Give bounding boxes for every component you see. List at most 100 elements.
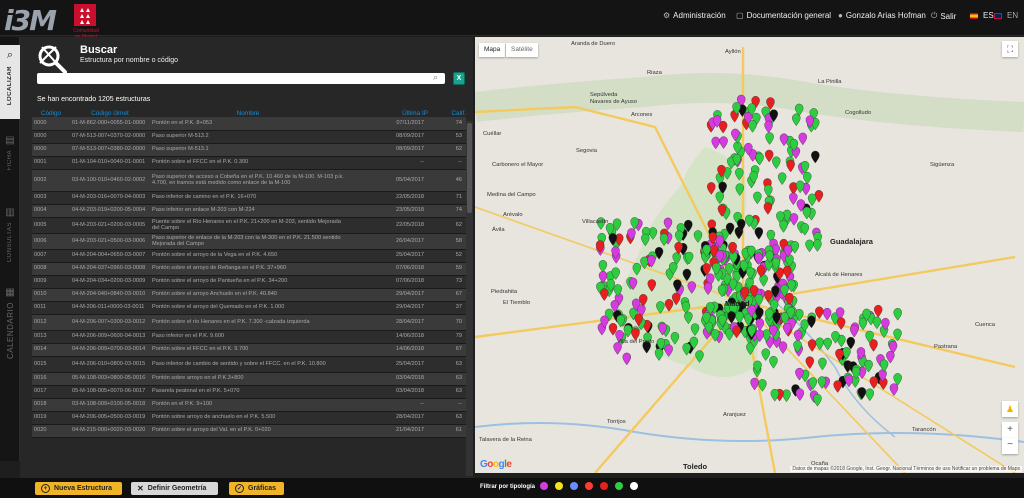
cell-codigo-i3met: 04-M-215-000+0020-03-0020	[70, 424, 150, 438]
filter-color-dot[interactable]	[555, 482, 563, 490]
table-row[interactable]: 0005 04-M-203-021+0200-03-0005 Puente sobr…	[32, 217, 466, 234]
cell-codigo: 0000	[32, 130, 70, 144]
city-label: Madrid	[725, 299, 750, 308]
export-excel-button[interactable]: X	[453, 72, 465, 85]
column-header-codigo[interactable]: Código	[32, 109, 70, 117]
table-row[interactable]: 0008 04-M-204-037+0960-03-0008 Pontón sobr…	[32, 262, 466, 276]
cell-calif: 74	[428, 204, 466, 218]
tab-localizar[interactable]: ⌕ LOCALIZAR	[0, 45, 20, 119]
cell-calif: 79	[428, 330, 466, 344]
table-row[interactable]: 0015 04-M-206-010+0800-03-0015 Paso inferi…	[32, 356, 466, 373]
cell-calif: 58	[428, 233, 466, 250]
cell-codigo-i3met: 01-M-862-000+0055-01-0000	[70, 117, 150, 131]
table-scrollbar[interactable]	[466, 121, 473, 476]
app-logo[interactable]: i3M	[4, 4, 57, 37]
docs-link[interactable]: ▢ Documentación general	[736, 11, 831, 20]
column-header-calif[interactable]: Calif.	[428, 109, 466, 117]
map-view[interactable]: Aranda de Duero Riaza La Pinilla Ayllón Sepú…	[475, 37, 1024, 473]
cell-codigo-i3met: 04-M-206-007+0300-03-0012	[70, 314, 150, 331]
column-header-nombre[interactable]: Nombre	[150, 109, 346, 117]
cell-calif: 37	[428, 301, 466, 315]
table-row[interactable]: 0011 04-M-206-011+0000-03-0011 Pontón sobr…	[32, 301, 466, 315]
lang-en-link[interactable]: EN	[994, 11, 1018, 20]
cell-calif: --	[428, 398, 466, 412]
table-row[interactable]: 0014 04-M-206-009+0700-03-0014 Pontón sobr…	[32, 343, 466, 357]
cell-codigo-i3met: 04-M-203-021+0500-03-0006	[70, 233, 150, 250]
fullscreen-icon[interactable]: ⛶	[1002, 41, 1018, 57]
cell-codigo-i3met: 04-M-203-019+0200-05-0004	[70, 204, 150, 218]
tab-ficha[interactable]: ▤ FICHA	[0, 135, 20, 185]
filter-color-dot[interactable]	[585, 482, 593, 490]
user-link[interactable]: ● Gonzalo Arias Hofman	[838, 11, 926, 20]
cell-codigo: 0006	[32, 233, 70, 250]
table-row[interactable]: 0017 05-M-108-005+0070-06-0017 Pasarela pe…	[32, 385, 466, 399]
table-row[interactable]: 0020 04-M-215-000+0020-03-0020 Pontón sobr…	[32, 424, 466, 438]
cell-codigo: 0011	[32, 301, 70, 315]
new-structure-label: Nueva Estructura	[54, 485, 112, 492]
table-row[interactable]: 0003 04-M-203-016+0070-04-0003 Paso inferi…	[32, 191, 466, 205]
table-row[interactable]: 0004 04-M-203-019+0200-05-0004 Paso inferi…	[32, 204, 466, 218]
table-row[interactable]: 0009 04-M-204-034+0200-03-0009 Pontón sobr…	[32, 275, 466, 289]
cell-ultima-ip: 29/04/2017	[346, 301, 428, 315]
column-header-codigo-i3met[interactable]: Código i3met	[70, 109, 150, 117]
pegman-icon[interactable]: ♟	[1002, 401, 1018, 417]
city-label: Alcalá de Henares	[815, 272, 863, 278]
filter-color-dot[interactable]	[600, 482, 608, 490]
define-geometry-button[interactable]: ✕ Definir Geometría	[131, 482, 218, 495]
filter-color-dot[interactable]	[630, 482, 638, 490]
filter-color-dot[interactable]	[540, 482, 548, 490]
map-type-satellite-button[interactable]: Satélite	[506, 43, 538, 57]
table-row[interactable]: 0006 04-M-203-021+0500-03-0006 Paso superi…	[32, 233, 466, 250]
map-attribution[interactable]: Datos de mapas ©2018 Google, Inst. Geogr…	[790, 466, 1022, 472]
logout-link[interactable]: ⏻ Salir	[931, 11, 956, 21]
search-subtitle: Estructura por nombre o código	[80, 57, 179, 64]
city-label: Navares de Ayuso	[590, 99, 637, 105]
column-header-ultima-ip[interactable]: Última IP	[346, 109, 428, 117]
cell-codigo-i3met: 04-M-204-004+0650-03-0007	[70, 249, 150, 263]
tab-calendario[interactable]: ▦ CALENDARIO	[0, 287, 20, 365]
cell-codigo: 0009	[32, 275, 70, 289]
table-row[interactable]: 0012 04-M-206-007+0300-03-0012 Pontón sobr…	[32, 314, 466, 331]
table-row[interactable]: 0001 01-M-104-010+0040-01-0001 Pontón sobr…	[32, 156, 466, 170]
tab-consultas[interactable]: ▥ CONSULTAS	[0, 207, 20, 275]
city-label: Talavera de la Reina	[479, 437, 532, 443]
table-row[interactable]: 0016 05-M-108-003+0800-05-0016 Pontón sobr…	[32, 372, 466, 386]
filter-color-dot[interactable]	[615, 482, 623, 490]
table-row[interactable]: 0013 04-M-206-009+0600-04-0013 Paso inferi…	[32, 330, 466, 344]
city-label: Medina del Campo	[487, 192, 536, 198]
map-canvas[interactable]	[475, 37, 1024, 473]
table-row[interactable]: 0018 03-M-108-009+0100-05-0018 Pontón en e…	[32, 398, 466, 412]
cell-codigo-i3met: 04-M-206-009+0600-04-0013	[70, 330, 150, 344]
table-row[interactable]: 0019 04-M-206-005+0500-03-0019 Pontón sobr…	[32, 411, 466, 425]
map-type-map-button[interactable]: Mapa	[479, 43, 506, 57]
search-icon[interactable]: ⌕	[433, 72, 438, 83]
city-label: Toledo	[683, 462, 708, 471]
admin-link[interactable]: ⚙ Administración	[663, 11, 726, 20]
table-row[interactable]: 0007 04-M-204-004+0650-03-0007 Pontón sobr…	[32, 249, 466, 263]
cell-codigo-i3met: 07-M-513-007+0370-02-0000	[70, 130, 150, 144]
lang-es-link[interactable]: ES	[970, 11, 994, 20]
cell-nombre: Pontón sobre el arroyo de la Vega en el …	[150, 249, 346, 263]
cell-codigo-i3met: 04-M-206-010+0800-03-0015	[70, 356, 150, 373]
charts-button[interactable]: ✓ Gráficas	[229, 482, 284, 495]
table-row[interactable]: 0000 07-M-513-007+0380-02-0000 Paso superi…	[32, 143, 466, 157]
filter-color-dot[interactable]	[570, 482, 578, 490]
zoom-out-button[interactable]: −	[1002, 438, 1018, 454]
table-row[interactable]: 0000 01-M-862-000+0055-01-0000 Pontón en e…	[32, 117, 466, 131]
search-structure-icon	[38, 45, 67, 74]
cell-nombre: Paso inferior en enlace M-203 con M-224	[150, 204, 346, 218]
geometry-icon: ✕	[137, 484, 144, 493]
comunidad-madrid-logo	[74, 4, 96, 26]
table-row[interactable]: 0002 03-M-100-010+0460-02-0002 Paso superi…	[32, 169, 466, 192]
table-row[interactable]: 0010 04-M-204-040+0840-03-0010 Pontón sobr…	[32, 288, 466, 302]
new-structure-button[interactable]: + Nueva Estructura	[35, 482, 122, 495]
city-label: Cogolludo	[845, 110, 872, 116]
table-row[interactable]: 0000 07-M-513-007+0370-02-0000 Paso superi…	[32, 130, 466, 144]
cell-codigo: 0015	[32, 356, 70, 373]
zoom-in-button[interactable]: +	[1002, 422, 1018, 438]
search-input[interactable]	[37, 73, 445, 84]
city-label: Sigüenza	[930, 162, 955, 168]
cell-nombre: Pontón sobre el FFCC en el P.K. 0.300	[150, 156, 346, 170]
lang-en-label: EN	[1007, 11, 1019, 20]
scrollbar-thumb[interactable]	[467, 123, 472, 213]
